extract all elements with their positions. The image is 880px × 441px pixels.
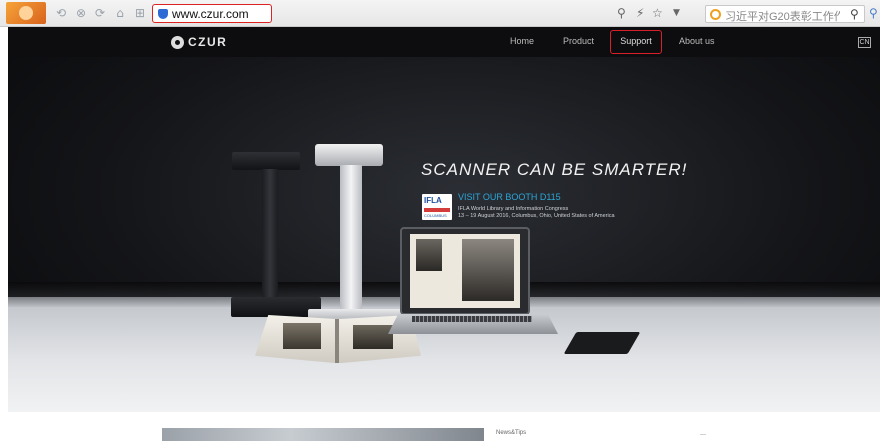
ifla-logo: IFLA COLUMBUS bbox=[422, 194, 452, 220]
ifla-logo-text: IFLA bbox=[424, 196, 442, 205]
nav-support[interactable]: Support bbox=[610, 30, 662, 54]
congress-line-2: 13 – 19 August 2016, Columbus, Ohio, Uni… bbox=[458, 213, 615, 219]
dark-scanner-post bbox=[262, 169, 278, 304]
laptop-image bbox=[400, 227, 530, 315]
booth-link[interactable]: VISIT OUR BOOTH D115 bbox=[458, 192, 561, 202]
refresh-icon[interactable]: ⟳ bbox=[93, 6, 107, 20]
nav-support-label: Support bbox=[620, 36, 652, 46]
language-switch[interactable]: CN bbox=[858, 37, 871, 48]
browser-toolbar: ⟲ ⊗ ⟳ ⌂ ⊞ www.czur.com ⚲ ⚡ ☆ ▼ 习近平对G20表彰… bbox=[0, 0, 880, 27]
below-text: — bbox=[700, 432, 706, 438]
security-shield-icon bbox=[158, 9, 168, 19]
ifla-logo-bar bbox=[424, 208, 450, 212]
news-tag[interactable]: News&Tips bbox=[496, 430, 526, 436]
back-icon[interactable]: ⟲ bbox=[54, 6, 68, 20]
laptop-keyboard bbox=[412, 316, 532, 322]
white-scanner-post bbox=[340, 165, 362, 315]
news-thumbnail[interactable] bbox=[162, 428, 484, 441]
dark-scanner-image bbox=[232, 152, 300, 170]
nav-home[interactable]: Home bbox=[510, 36, 534, 46]
address-url: www.czur.com bbox=[172, 7, 249, 21]
grid-icon[interactable]: ⊞ bbox=[133, 6, 147, 20]
czur-logo-icon bbox=[171, 35, 184, 49]
extra-search-icon[interactable]: ⚲ bbox=[869, 6, 878, 20]
star-icon[interactable]: ☆ bbox=[652, 5, 663, 21]
nav-about[interactable]: About us bbox=[679, 36, 715, 46]
zoom-icon[interactable]: ⚲ bbox=[617, 5, 626, 21]
ifla-logo-subtext: COLUMBUS bbox=[424, 213, 447, 218]
book-photo-right bbox=[353, 325, 393, 349]
site-nav: CZUR Home Product Support About us CN bbox=[8, 27, 880, 57]
congress-info: IFLA World Library and Information Congr… bbox=[458, 206, 615, 220]
czur-logo[interactable]: CZUR bbox=[171, 35, 227, 49]
dropdown-icon[interactable]: ▼ bbox=[673, 5, 680, 21]
logo-text: CZUR bbox=[188, 35, 228, 49]
search-box[interactable]: 习近平对G20表彰工作作指示 ⚲ bbox=[705, 5, 865, 23]
browser-avatar-icon[interactable] bbox=[6, 2, 46, 24]
search-icon[interactable]: ⚲ bbox=[850, 7, 859, 21]
forward-icon[interactable]: ⊗ bbox=[74, 6, 88, 20]
lightning-icon[interactable]: ⚡ bbox=[636, 5, 644, 21]
hero-banner[interactable]: SCANNER CAN BE SMARTER! IFLA COLUMBUS VI… bbox=[8, 57, 880, 412]
address-bar[interactable]: www.czur.com bbox=[152, 4, 272, 23]
search-query: 习近平对G20表彰工作作指示 bbox=[725, 11, 840, 23]
home-icon[interactable]: ⌂ bbox=[113, 6, 127, 20]
laptop-photo-large bbox=[462, 239, 514, 301]
book-photo-left bbox=[283, 323, 321, 349]
foot-pedal-image bbox=[563, 332, 641, 354]
hero-headline: SCANNER CAN BE SMARTER! bbox=[421, 160, 688, 179]
book-spine bbox=[335, 319, 339, 363]
search-engine-icon bbox=[710, 9, 721, 20]
white-scanner-image bbox=[315, 144, 383, 166]
laptop-photo-small bbox=[416, 239, 442, 271]
congress-line-1: IFLA World Library and Information Congr… bbox=[458, 206, 569, 212]
nav-product[interactable]: Product bbox=[563, 36, 594, 46]
